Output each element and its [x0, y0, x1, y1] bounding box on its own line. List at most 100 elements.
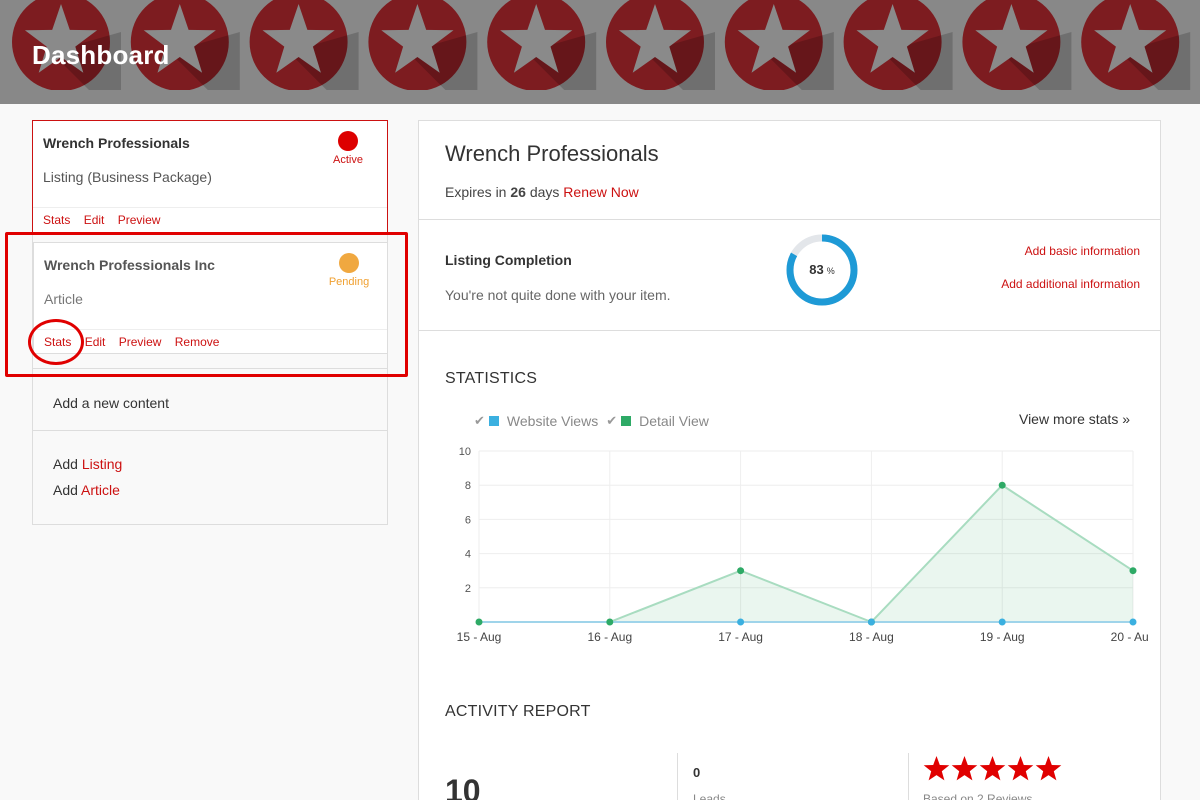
add-basic-info-link[interactable]: Add basic information: [1025, 244, 1140, 258]
x-tick-label: 18 - Aug: [849, 630, 894, 644]
legend-detail-view[interactable]: ✔ Detail View: [606, 413, 709, 429]
add-prefix: Add: [53, 456, 78, 472]
statistics-chart: 2 4 6 8 10 15 - Aug 16 - Aug 17 - Aug 18 - Aug 19…: [457, 446, 1149, 644]
divider: [419, 330, 1160, 331]
star-badge-icon: [724, 0, 834, 90]
card-subtitle: Listing (Business Package): [43, 169, 212, 185]
check-icon: ✔: [474, 413, 485, 428]
divider: [908, 753, 909, 800]
expires-days: 26: [510, 184, 526, 200]
x-tick-label: 16 - Aug: [587, 630, 632, 644]
card-title: Wrench Professionals: [43, 135, 190, 151]
stats-link[interactable]: Stats: [43, 213, 70, 227]
chart-legend: ✔ Website Views ✔ Detail View: [474, 413, 717, 429]
star-icon: [951, 756, 978, 781]
star-icon: [979, 756, 1006, 781]
status-dot-icon: [339, 253, 359, 273]
leads-label: Leads: [693, 792, 726, 800]
card-actions: Stats Edit Preview Remove: [34, 329, 387, 354]
star-badge-icon: [606, 0, 715, 90]
add-listing-row: Add Listing: [53, 451, 122, 477]
divider: [419, 219, 1160, 220]
percent-sign: %: [826, 266, 835, 276]
data-point-detail-view: [998, 481, 1006, 489]
y-tick-label: 6: [465, 514, 471, 526]
statistics-title: STATISTICS: [445, 370, 538, 387]
data-point-detail-view: [737, 567, 745, 575]
data-point-detail-view: [1129, 567, 1137, 575]
status-label: Pending: [328, 276, 370, 288]
card-title: Wrench Professionals Inc: [44, 257, 215, 273]
edit-link[interactable]: Edit: [85, 335, 106, 349]
listing-title: Wrench Professionals: [445, 141, 659, 166]
star-icon: [1007, 756, 1034, 781]
renew-now-link[interactable]: Renew Now: [563, 184, 638, 200]
preview-link[interactable]: Preview: [118, 213, 161, 227]
page-header: Dashboard: [0, 0, 1200, 104]
legend-swatch: [488, 416, 499, 426]
data-point-website-views: [737, 618, 745, 626]
rating-stars: [923, 755, 1063, 785]
content-card-listing[interactable]: Wrench Professionals Listing (Business P…: [32, 120, 388, 233]
add-article-row: Add Article: [53, 477, 122, 503]
legend-label: Detail View: [639, 413, 709, 429]
preview-link[interactable]: Preview: [119, 335, 162, 349]
divider: [677, 753, 678, 800]
page-title: Dashboard: [32, 40, 170, 70]
legend-label: Website Views: [506, 413, 599, 429]
remove-link[interactable]: Remove: [175, 335, 220, 349]
header-star-pattern: [12, 0, 1191, 90]
check-icon: ✔: [606, 413, 618, 428]
data-point-website-views: [998, 618, 1006, 626]
completion-title: Listing Completion: [445, 252, 572, 268]
add-content-heading: Add a new content: [33, 368, 387, 431]
y-tick-label: 2: [465, 583, 471, 595]
completion-percent: 83%: [785, 262, 859, 277]
legend-website-views[interactable]: ✔ Website Views: [474, 413, 598, 429]
expires-suffix: days: [529, 184, 560, 200]
add-prefix: Add: [53, 482, 78, 498]
data-point-website-views: [867, 618, 875, 626]
reviews-label: Based on 2 Reviews: [923, 792, 1033, 800]
star-icon: [1035, 756, 1062, 781]
activity-views-value: 10: [445, 773, 481, 800]
card-actions: Stats Edit Preview: [33, 207, 387, 232]
add-listing-link[interactable]: Listing: [82, 456, 122, 472]
completion-percent-value: 83: [809, 262, 824, 277]
star-badge-icon: [962, 0, 1072, 90]
data-point-detail-view: [475, 618, 483, 626]
content-card-article[interactable]: Wrench Professionals Inc Article Pending…: [33, 242, 388, 354]
star-badge-icon: [1081, 0, 1191, 90]
status-label: Active: [333, 154, 363, 166]
y-tick-label: 4: [465, 549, 471, 561]
data-point-detail-view: [606, 618, 614, 626]
add-additional-info-link[interactable]: Add additional information: [1001, 277, 1140, 291]
view-more-stats-link[interactable]: View more stats »: [1019, 411, 1130, 427]
x-tick-label: 15 - Aug: [457, 630, 502, 644]
add-links: Add Listing Add Article: [53, 451, 122, 503]
star-badge-icon: [487, 0, 597, 90]
y-tick-label: 8: [465, 480, 471, 492]
x-tick-label: 20 - Aug: [1111, 630, 1149, 644]
star-badge-icon: [843, 0, 953, 90]
content-list-panel: Wrench Professionals Listing (Business P…: [32, 120, 388, 525]
edit-link[interactable]: Edit: [84, 213, 105, 227]
listing-detail-panel: Wrench Professionals Expires in 26 days …: [418, 120, 1161, 800]
legend-swatch: [621, 416, 632, 426]
completion-subtitle: You're not quite done with your item.: [445, 287, 671, 303]
expiry-info: Expires in 26 days Renew Now: [445, 184, 639, 200]
x-tick-label: 17 - Aug: [718, 630, 763, 644]
card-subtitle: Article: [44, 291, 83, 307]
expires-prefix: Expires in: [445, 184, 507, 200]
star-badge-icon: [249, 0, 359, 90]
add-article-link[interactable]: Article: [81, 482, 120, 498]
star-badge-icon: [368, 0, 478, 90]
data-point-website-views: [1129, 618, 1137, 626]
y-tick-label: 10: [459, 446, 471, 458]
stats-link[interactable]: Stats: [44, 335, 71, 349]
x-tick-label: 19 - Aug: [980, 630, 1025, 644]
status-dot-icon: [338, 131, 358, 151]
activity-report-title: ACTIVITY REPORT: [445, 703, 591, 720]
star-icon: [923, 756, 950, 781]
leads-value: 0: [693, 765, 701, 780]
